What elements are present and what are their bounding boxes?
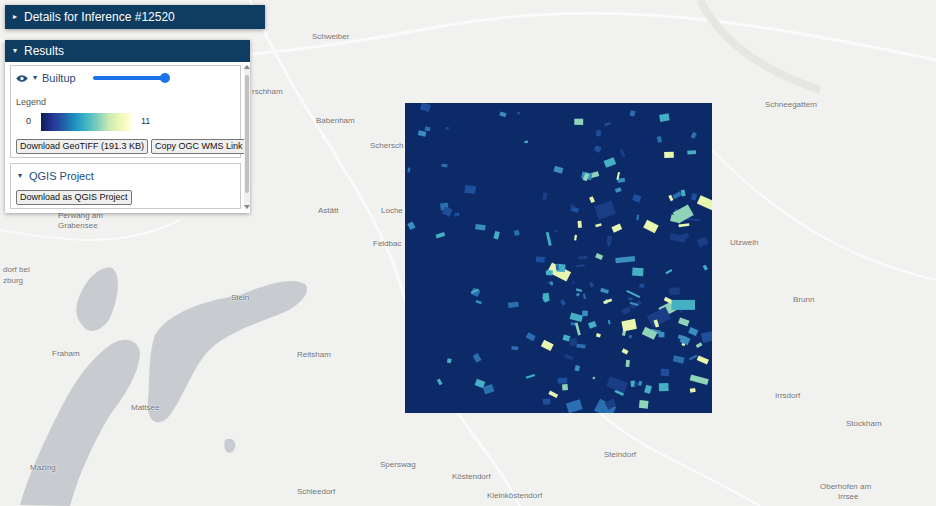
place-label: Grabensee [58,222,98,231]
opacity-thumb[interactable] [160,73,170,83]
qgis-toggle[interactable]: ▾ [18,172,22,180]
qgis-buttons: Download as QGIS Project [16,190,235,205]
place-label: Perwang am [58,212,103,221]
qgis-section: ▾ QGIS Project Download as QGIS Project [10,163,241,209]
place-label: Brunn [793,296,814,305]
place-label: Schweiber [312,33,349,42]
place-label: Irrsee [838,493,858,502]
details-panel: ▸ Details for Inference #12520 [5,5,265,29]
qgis-header[interactable]: ▾ QGIS Project [16,168,235,185]
place-label: Loche [381,207,403,216]
place-label: dorf bei [3,266,30,275]
results-panel: ▾ Results ▾ Builtup Legend 0 11 Download GeoTIF… [5,40,250,213]
download-geotiff-button[interactable]: Download GeoTIFF (191.3 KB) [16,139,148,154]
legend-title: Legend [16,96,235,110]
qgis-title: QGIS Project [29,168,94,185]
place-label: Schleedorf [297,488,335,497]
place-label: Kleinköstendorf [487,492,542,501]
layer-buttons: Download GeoTIFF (191.3 KB)Copy OGC WMS … [16,139,235,154]
place-label: Mazing [30,464,56,473]
place-label: Steindorf [604,451,636,460]
place-label: Oberhofen am [820,483,871,492]
place-label: rschham [252,88,283,97]
place-label: Schersch [370,142,403,151]
details-toggle[interactable]: ▸ [13,13,17,21]
place-label: Fraham [52,350,80,359]
place-label: Astätt [318,207,338,216]
layer-name: Builtup [42,70,76,87]
details-title: Details for Inference #12520 [24,8,175,26]
results-header[interactable]: ▾ Results [5,40,250,62]
place-label: Sperswag [380,461,416,470]
legend: 0 11 [16,113,235,131]
download-qgis-button[interactable]: Download as QGIS Project [16,190,132,205]
place-label: Stein [231,294,249,303]
scroll-up-icon[interactable] [244,65,250,69]
place-label: zburg [3,277,23,286]
place-label: Mattsee [131,404,159,413]
scrollbar[interactable] [244,65,250,209]
opacity-fill [93,76,165,80]
results-content: ▾ Builtup Legend 0 11 Download GeoTIFF (191.3… [10,65,241,209]
layer-item: ▾ Builtup Legend 0 11 Download GeoTIFF (191.3… [10,65,241,158]
place-label: Reitsham [297,351,331,360]
builtup-raster [405,103,712,413]
map[interactable]: Schweiber rschham Babenham Schersch Astätt Lo… [0,0,936,506]
place-label: Feldbac [373,240,401,249]
place-label: Köstendorf [452,473,491,482]
results-title: Results [24,42,64,60]
opacity-slider[interactable] [93,76,169,80]
legend-max: 11 [141,115,150,129]
place-label: Schneegattern [765,101,817,110]
results-body: ▾ Builtup Legend 0 11 Download GeoTIFF (191.3… [5,62,250,213]
copy-wms-button[interactable]: Copy OGC WMS Link [151,139,247,154]
scroll-down-icon[interactable] [244,205,250,209]
legend-min: 0 [26,115,31,129]
place-label: Utzweih [730,239,758,248]
place-label: Irrsdorf [775,392,800,401]
results-toggle[interactable]: ▾ [13,47,17,55]
eye-icon[interactable] [16,74,28,83]
layer-row: ▾ Builtup [16,70,235,87]
details-header[interactable]: ▸ Details for Inference #12520 [5,5,265,29]
scroll-thumb[interactable] [245,75,249,193]
legend-gradient [41,113,131,131]
place-label: Babenham [316,117,355,126]
layer-toggle[interactable]: ▾ [33,74,37,82]
place-label: Stockham [846,420,882,429]
